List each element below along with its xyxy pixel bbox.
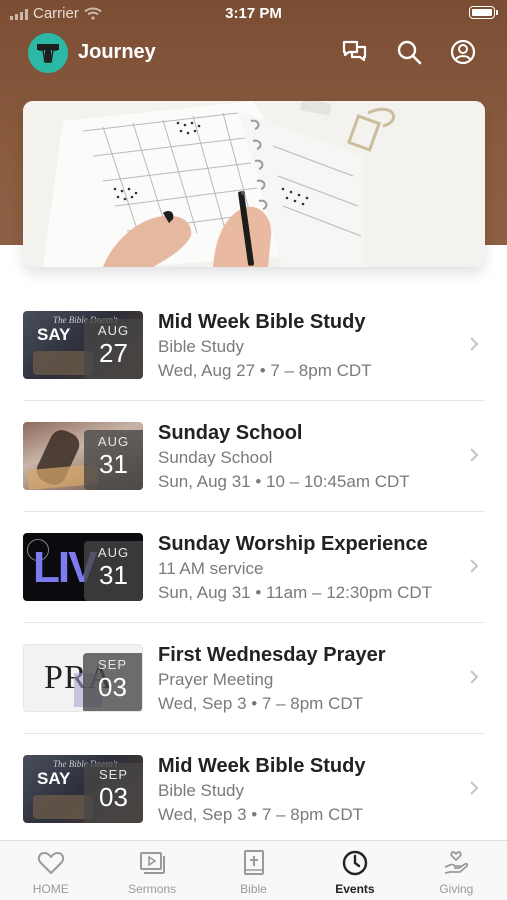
- tab-label: HOME: [32, 882, 69, 896]
- thumbnail-text: SAY: [37, 769, 71, 788]
- tab-events[interactable]: Events: [304, 841, 405, 900]
- journey-logo-icon[interactable]: [28, 33, 68, 73]
- battery-icon: [469, 6, 498, 19]
- event-title: Mid Week Bible Study: [158, 755, 366, 777]
- date-day: 31: [99, 560, 128, 590]
- event-subtitle: Prayer Meeting: [158, 670, 274, 689]
- chevron-right-icon: [470, 559, 479, 573]
- chevron-right-icon: [470, 448, 479, 462]
- event-row[interactable]: PRA SEP 03 First Wednesday Prayer Prayer…: [0, 623, 507, 734]
- app-title: Journey: [78, 41, 156, 63]
- event-subtitle: 11 AM service: [158, 559, 264, 578]
- event-thumbnail: AUG 31: [23, 422, 143, 490]
- date-day: 31: [99, 449, 128, 479]
- giving-hand-icon: [442, 849, 470, 877]
- bottom-tab-bar: HOME Sermons Bible Events Giving: [0, 840, 507, 900]
- tab-label: Events: [335, 882, 375, 896]
- event-title: Mid Week Bible Study: [158, 311, 366, 333]
- event-row[interactable]: The Bible Doesn't SAY AUG 27 Mid Week Bi…: [0, 290, 507, 401]
- tab-sermons[interactable]: Sermons: [101, 841, 202, 900]
- date-month: AUG: [97, 545, 130, 560]
- event-title: Sunday Worship Experience: [158, 533, 428, 555]
- thumbnail-text: SAY: [37, 325, 71, 344]
- chat-icon[interactable]: [341, 38, 369, 66]
- date-day: 03: [98, 672, 127, 702]
- clock-icon: [341, 849, 369, 877]
- profile-icon[interactable]: [449, 38, 477, 66]
- date-badge: AUG 31: [84, 541, 143, 601]
- event-list: The Bible Doesn't SAY AUG 27 Mid Week Bi…: [0, 290, 507, 845]
- event-row[interactable]: AUG 31 Sunday School Sunday School Sun, …: [0, 401, 507, 512]
- date-badge: AUG 27: [84, 319, 143, 379]
- bible-icon: [240, 849, 268, 877]
- event-thumbnail: LIV AUG 31: [23, 533, 143, 601]
- date-month: SEP: [98, 767, 128, 782]
- event-time: Sun, Aug 31 • 10 – 10:45am CDT: [158, 472, 410, 491]
- play-video-icon: [138, 849, 166, 877]
- event-time: Wed, Aug 27 • 7 – 8pm CDT: [158, 361, 372, 380]
- date-month: AUG: [97, 434, 130, 449]
- date-month: AUG: [97, 323, 130, 338]
- tab-label: Sermons: [128, 882, 177, 896]
- chevron-right-icon: [470, 670, 479, 684]
- heart-icon: [37, 849, 65, 877]
- date-badge: SEP 03: [84, 763, 143, 823]
- date-day: 27: [99, 338, 128, 368]
- app-bar: Journey: [0, 30, 507, 76]
- search-icon[interactable]: [395, 38, 423, 66]
- tab-label: Bible: [240, 882, 267, 896]
- status-bar: Carrier 3:17 PM: [0, 0, 507, 28]
- event-subtitle: Sunday School: [158, 448, 273, 467]
- event-thumbnail: PRA SEP 03: [23, 644, 143, 712]
- event-row[interactable]: LIV AUG 31 Sunday Worship Experience 11 …: [0, 512, 507, 623]
- event-title: First Wednesday Prayer: [158, 644, 386, 666]
- date-month: SEP: [97, 657, 127, 672]
- hero-banner-image[interactable]: [23, 101, 485, 267]
- event-time: Sun, Aug 31 • 11am – 12:30pm CDT: [158, 583, 433, 602]
- event-row[interactable]: The Bible Doesn't SAY SEP 03 Mid Week Bi…: [0, 734, 507, 845]
- tab-bible[interactable]: Bible: [203, 841, 304, 900]
- chevron-right-icon: [470, 337, 479, 351]
- date-day: 03: [99, 782, 128, 812]
- chevron-right-icon: [470, 781, 479, 795]
- event-time: Wed, Sep 3 • 7 – 8pm CDT: [158, 805, 364, 824]
- tab-giving[interactable]: Giving: [406, 841, 507, 900]
- date-badge: AUG 31: [84, 430, 143, 490]
- event-thumbnail: The Bible Doesn't SAY AUG 27: [23, 311, 143, 379]
- event-time: Wed, Sep 3 • 7 – 8pm CDT: [158, 694, 364, 713]
- event-subtitle: Bible Study: [158, 781, 244, 800]
- event-title: Sunday School: [158, 422, 303, 444]
- calendar-planner-illustration: [23, 101, 485, 267]
- date-badge: SEP 03: [83, 653, 142, 711]
- tab-home[interactable]: HOME: [0, 841, 101, 900]
- tab-label: Giving: [439, 882, 474, 896]
- status-time: 3:17 PM: [225, 5, 282, 22]
- event-subtitle: Bible Study: [158, 337, 244, 356]
- event-thumbnail: The Bible Doesn't SAY SEP 03: [23, 755, 143, 823]
